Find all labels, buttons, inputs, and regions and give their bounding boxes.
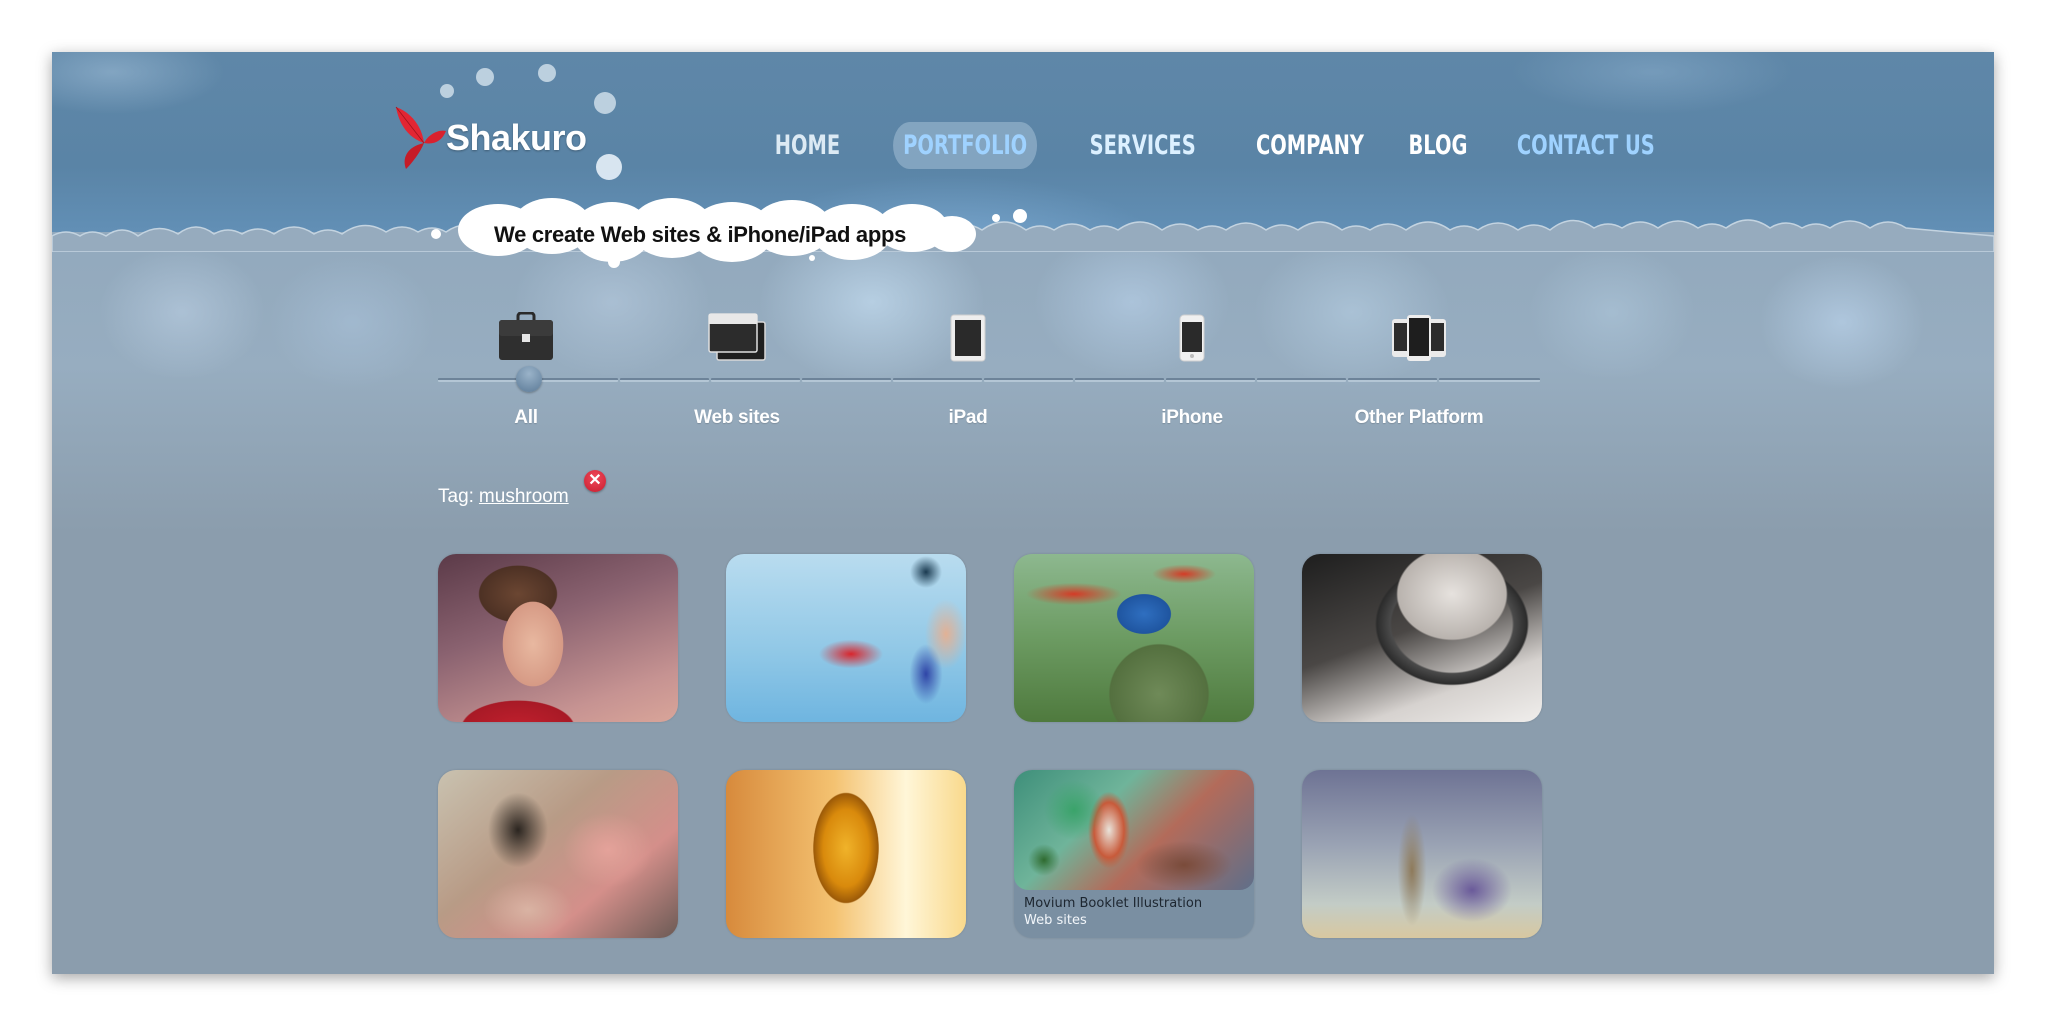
category-label: iPhone: [1161, 407, 1223, 428]
category-label: Web sites: [694, 407, 780, 428]
category-all[interactable]: All: [446, 302, 606, 428]
nav-contact-us[interactable]: CONTACT US: [1507, 122, 1665, 169]
nav-portfolio[interactable]: PORTFOLIO: [892, 122, 1038, 169]
portfolio-item-category: Web sites: [1024, 913, 1087, 928]
briefcase-icon: [499, 312, 553, 360]
portfolio-item[interactable]: [1302, 770, 1542, 938]
tag-filter: Tag: mushroom ✕: [438, 470, 606, 508]
category-slider-track[interactable]: [438, 378, 1540, 382]
category-label: iPad: [948, 407, 988, 428]
portfolio-item[interactable]: [726, 770, 966, 938]
page-frame: Shakuro HOME PORTFOLIO SERVICES COMPANY …: [52, 52, 1994, 974]
iphone-icon: [1179, 314, 1205, 362]
nav-company[interactable]: COMPANY: [1245, 122, 1373, 169]
category-ipad[interactable]: iPad: [888, 302, 1048, 428]
close-icon[interactable]: ✕: [584, 470, 606, 492]
portfolio-item[interactable]: [1302, 554, 1542, 722]
category-filter: All Web sites iPad iPhone Other Platform: [438, 302, 1540, 452]
butterfly-icon: [395, 106, 446, 169]
portfolio-item[interactable]: [438, 770, 678, 938]
slogan: We create Web sites & iPhone/iPad apps: [494, 222, 907, 247]
portfolio-thumbnail: [438, 554, 678, 722]
portfolio-thumbnail: [438, 770, 678, 938]
portfolio-thumbnail: [726, 554, 966, 722]
decor-bubble: [538, 64, 556, 82]
portfolio-item-title: Movium Booklet Illustration: [1024, 896, 1203, 911]
category-slider-handle[interactable]: [516, 366, 542, 392]
portfolio-item[interactable]: [726, 554, 966, 722]
portfolio-item[interactable]: [1014, 554, 1254, 722]
decor-bubble: [594, 92, 616, 114]
portfolio-thumbnail: [1014, 770, 1254, 890]
nav-services[interactable]: SERVICES: [1080, 122, 1206, 169]
browser-windows-icon: [708, 313, 766, 361]
tag-label: Tag:: [438, 486, 474, 507]
decor-bubble: [476, 68, 494, 86]
category-label: All: [514, 407, 538, 428]
nav-blog[interactable]: BLOG: [1398, 122, 1477, 169]
nav-home[interactable]: HOME: [765, 122, 851, 169]
category-web-sites[interactable]: Web sites: [657, 302, 817, 428]
portfolio-item[interactable]: [438, 554, 678, 722]
main-nav: HOME PORTFOLIO SERVICES COMPANY BLOG CON…: [762, 122, 1682, 169]
portfolio-thumbnail: [1014, 554, 1254, 722]
decor-bubble: [596, 154, 622, 180]
multiple-phones-icon: [1392, 315, 1446, 361]
tag-link[interactable]: mushroom: [479, 486, 569, 508]
category-other-platform[interactable]: Other Platform: [1339, 302, 1499, 428]
decor-bubble: [440, 84, 454, 98]
portfolio-thumbnail: [1302, 554, 1542, 722]
portfolio-thumbnail: [1302, 770, 1542, 938]
brand-name: Shakuro: [446, 117, 587, 158]
category-iphone[interactable]: iPhone: [1112, 302, 1272, 428]
slogan-cloud: We create Web sites & iPhone/iPad apps: [422, 192, 1042, 292]
portfolio-thumbnail: [726, 770, 966, 938]
category-label: Other Platform: [1354, 407, 1484, 428]
portfolio-item-hovered[interactable]: Movium Booklet Illustration Web sites: [1014, 770, 1254, 938]
ipad-icon: [950, 314, 986, 362]
logo[interactable]: Shakuro: [382, 98, 587, 178]
